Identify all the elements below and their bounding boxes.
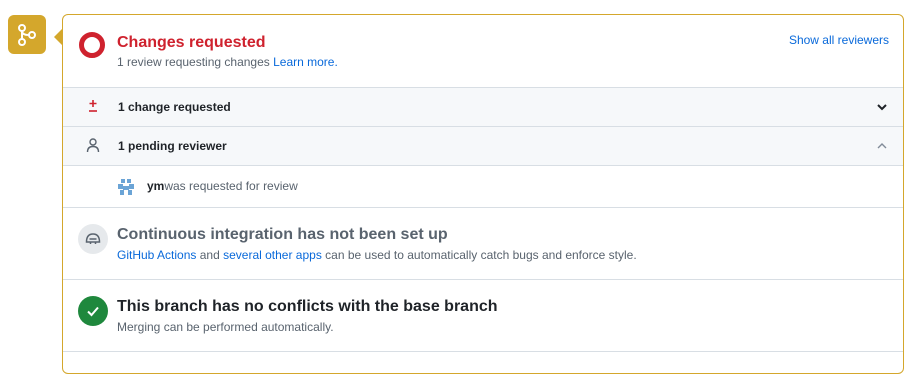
review-status-section: Changes requested 1 review requesting ch… xyxy=(63,15,903,87)
chevron-down-icon[interactable] xyxy=(875,100,889,114)
conflicts-title: This branch has no conflicts with the ba… xyxy=(117,298,498,315)
conflicts-subtitle: Merging can be performed automatically. xyxy=(117,320,334,334)
ci-icon xyxy=(78,224,108,254)
ci-rest-text: can be used to automatically catch bugs … xyxy=(325,248,637,262)
other-apps-link[interactable]: several other apps xyxy=(223,248,322,262)
avatar[interactable] xyxy=(117,178,135,196)
changes-requested-label: 1 change requested xyxy=(118,100,231,114)
merge-status-box: Changes requested 1 review requesting ch… xyxy=(62,14,904,374)
pending-reviewer-row[interactable]: 1 pending reviewer xyxy=(63,126,903,165)
reviewer-status: was requested for review xyxy=(164,179,298,193)
github-actions-link[interactable]: GitHub Actions xyxy=(117,248,196,262)
bottom-divider-section xyxy=(63,351,903,381)
pending-reviewer-label: 1 pending reviewer xyxy=(118,139,227,153)
reviewer-text: ymwas requested for review xyxy=(147,179,298,193)
ci-title: Continuous integration has not been set … xyxy=(117,226,448,243)
ci-subtitle: GitHub Actions and several other apps ca… xyxy=(117,248,637,262)
status-subtitle: 1 review requesting changes Learn more. xyxy=(117,55,338,69)
status-subtitle-text: 1 review requesting changes xyxy=(117,55,270,69)
check-icon xyxy=(78,296,108,326)
diff-icon xyxy=(85,98,101,114)
ci-section: Continuous integration has not been set … xyxy=(63,207,903,279)
changes-requested-row[interactable]: 1 change requested xyxy=(63,87,903,126)
box-pointer xyxy=(54,29,62,45)
person-icon xyxy=(85,137,101,153)
git-merge-icon xyxy=(8,15,46,54)
learn-more-link[interactable]: Learn more. xyxy=(273,55,338,69)
status-title: Changes requested xyxy=(117,34,266,51)
reviewer-name[interactable]: ym xyxy=(147,179,164,193)
chevron-up-icon[interactable] xyxy=(875,139,889,153)
conflicts-section: This branch has no conflicts with the ba… xyxy=(63,279,903,351)
reviewer-entry: ymwas requested for review xyxy=(63,165,903,207)
show-all-reviewers-link[interactable]: Show all reviewers xyxy=(789,33,889,47)
changes-requested-icon xyxy=(78,31,106,59)
ci-and-text: and xyxy=(199,248,220,262)
